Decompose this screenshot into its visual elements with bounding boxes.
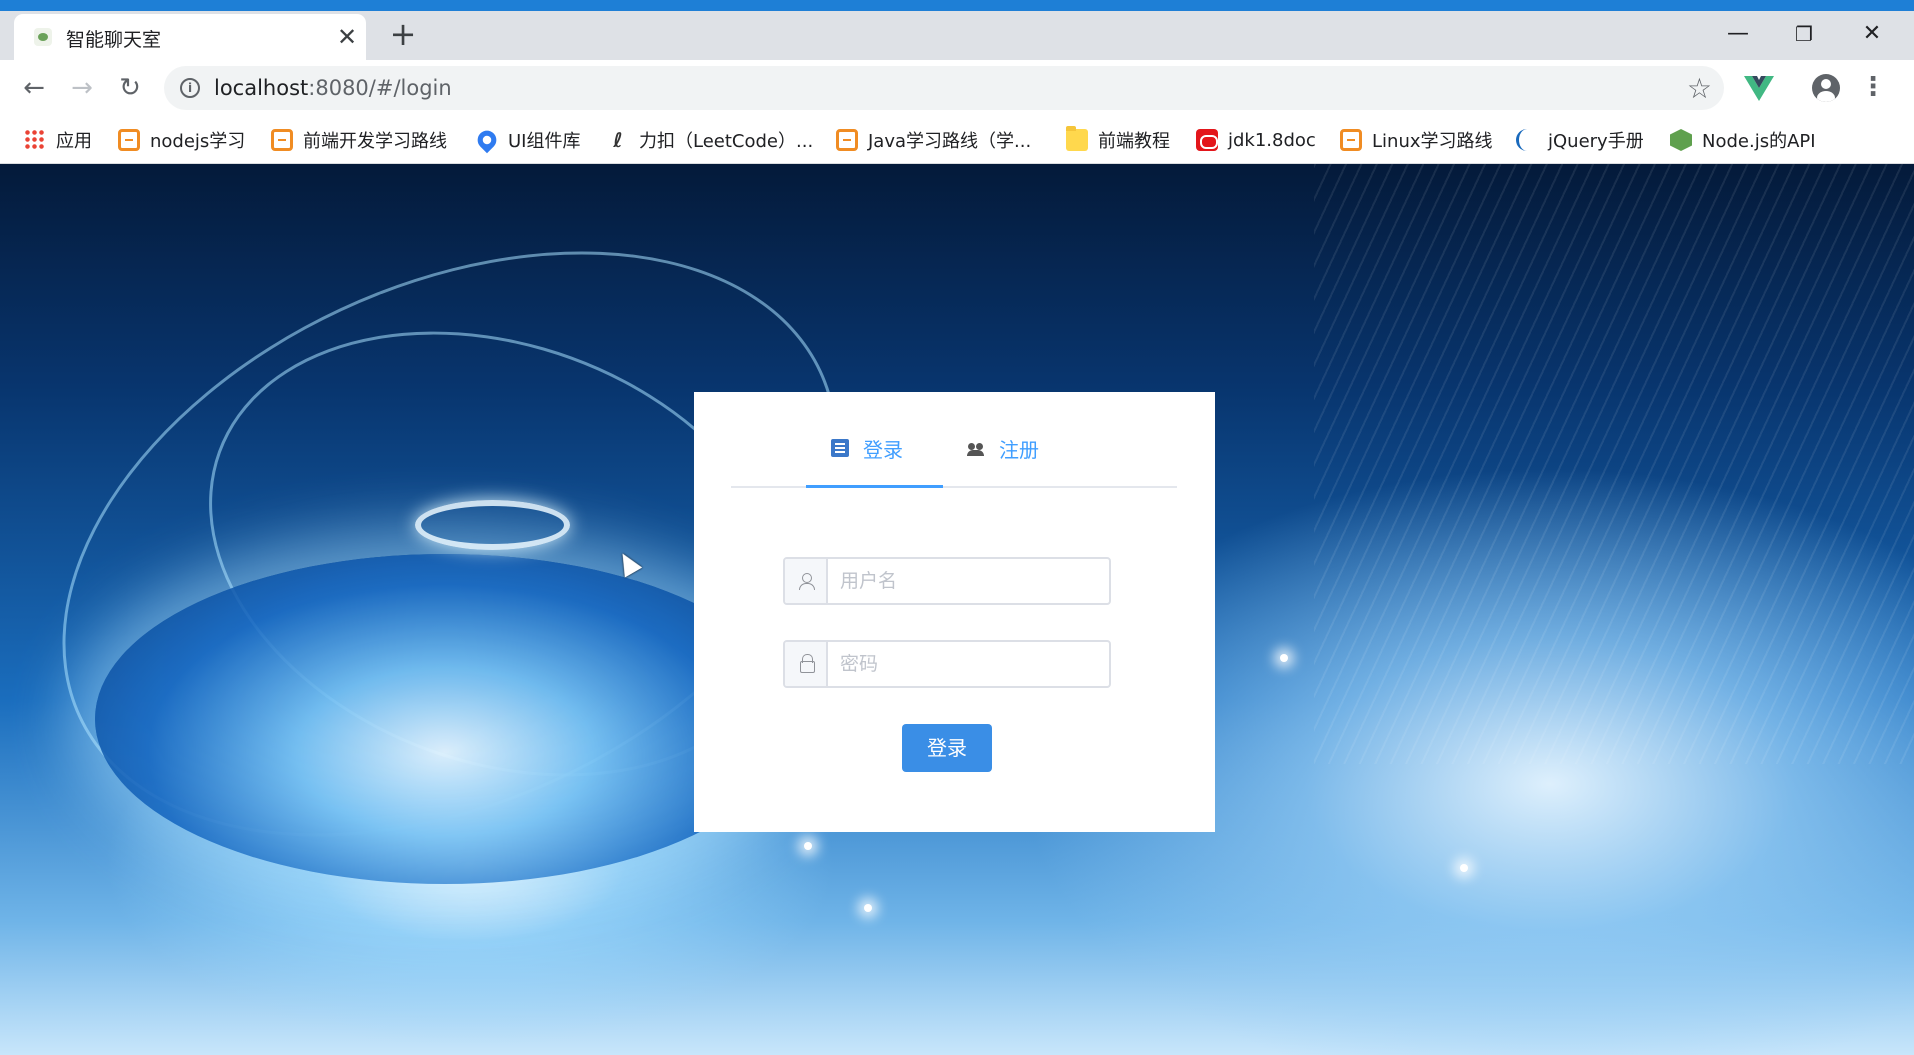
- lock-icon: [800, 654, 815, 673]
- csdn-icon: [271, 129, 293, 151]
- favicon-icon: [34, 28, 52, 46]
- bookmark-linux-roadmap[interactable]: Linux学习路线: [1340, 125, 1493, 155]
- profile-avatar-icon[interactable]: [1812, 74, 1840, 102]
- browser-toolbar: ← → ↻ i localhost:8080/#/login ☆ ⋮: [0, 60, 1914, 116]
- bookmark-java-roadmap[interactable]: Java学习路线（学...: [836, 125, 1031, 155]
- browser-menu-icon[interactable]: ⋮: [1860, 72, 1886, 104]
- close-window-button[interactable]: ✕: [1852, 19, 1892, 49]
- users-icon: [967, 439, 985, 457]
- bookmark-label: jQuery手册: [1548, 131, 1644, 152]
- nodejs-icon: [1670, 129, 1692, 151]
- element-ui-icon: [473, 126, 501, 154]
- restore-button[interactable]: ❐: [1784, 19, 1824, 49]
- tab-strip: 智能聊天室 ✕ + — ❐ ✕: [0, 11, 1914, 60]
- bookmark-label: jdk1.8doc: [1228, 129, 1316, 151]
- jquery-icon: [1516, 129, 1538, 151]
- active-tab-indicator: [806, 485, 943, 488]
- password-field[interactable]: [783, 640, 1111, 688]
- username-field[interactable]: [783, 557, 1111, 605]
- background-flare: [1460, 864, 1468, 872]
- bookmark-label: 前端教程: [1098, 131, 1170, 152]
- bookmark-label: 力扣（LeetCode）...: [639, 131, 814, 152]
- bookmark-jdk-doc[interactable]: jdk1.8doc: [1196, 125, 1316, 155]
- login-card: 登录 注册 登录: [694, 392, 1215, 832]
- url-text[interactable]: localhost:8080/#/login: [214, 76, 452, 100]
- csdn-icon: [1340, 129, 1362, 151]
- address-bar[interactable]: i localhost:8080/#/login ☆: [164, 66, 1724, 110]
- reload-icon[interactable]: ↻: [114, 73, 146, 105]
- forward-arrow-icon[interactable]: →: [66, 73, 98, 105]
- apps-grid-icon: [24, 129, 46, 151]
- bookmark-frontend-tutorial[interactable]: 前端教程: [1066, 125, 1170, 155]
- bookmark-ui-library[interactable]: UI组件库: [473, 125, 581, 155]
- bookmarks-bar: 应用 nodejs学习 前端开发学习路线 UI组件库 ℓ 力扣（LeetCode）…: [0, 116, 1914, 164]
- window-title-bar: [0, 0, 1914, 11]
- oracle-icon: [1196, 129, 1218, 151]
- document-icon: [831, 439, 849, 457]
- bookmark-label: Linux学习路线: [1372, 131, 1493, 152]
- bookmark-label: Java学习路线（学...: [868, 131, 1032, 152]
- background-mesh: [1314, 164, 1914, 764]
- username-input[interactable]: [830, 559, 1109, 603]
- bookmark-nodejs[interactable]: nodejs学习: [118, 125, 245, 155]
- bookmark-label: nodejs学习: [150, 131, 246, 152]
- csdn-icon: [118, 129, 140, 151]
- browser-tab[interactable]: 智能聊天室 ✕: [14, 14, 366, 60]
- bookmark-leetcode[interactable]: ℓ 力扣（LeetCode）...: [607, 125, 813, 155]
- url-path: :8080/#/login: [308, 76, 452, 100]
- bookmark-jquery[interactable]: jQuery手册: [1516, 125, 1644, 155]
- background-flare: [1280, 654, 1288, 662]
- bookmark-label: 应用: [56, 131, 92, 152]
- login-button[interactable]: 登录: [902, 724, 992, 772]
- auth-tabs: 登录 注册: [731, 418, 1177, 488]
- bookmark-label: UI组件库: [508, 131, 581, 152]
- tab-register-label: 注册: [999, 437, 1039, 462]
- vue-devtools-icon[interactable]: [1744, 74, 1774, 102]
- bookmark-nodejs-api[interactable]: Node.js的API: [1670, 125, 1816, 155]
- bookmark-label: Node.js的API: [1702, 131, 1816, 152]
- tab-login[interactable]: 登录: [831, 432, 903, 464]
- back-arrow-icon[interactable]: ←: [18, 73, 50, 105]
- background-globe: [95, 554, 795, 884]
- background-flare: [804, 842, 812, 850]
- new-tab-button[interactable]: +: [388, 18, 418, 50]
- csdn-icon: [836, 129, 858, 151]
- background-ring: [415, 500, 570, 550]
- folder-icon: [1066, 126, 1088, 151]
- bookmark-frontend-roadmap[interactable]: 前端开发学习路线: [271, 125, 447, 155]
- leetcode-icon: ℓ: [613, 128, 623, 152]
- site-info-icon[interactable]: i: [180, 78, 200, 98]
- tab-title: 智能聊天室: [66, 29, 162, 51]
- background-flare: [864, 904, 872, 912]
- password-prepend: [785, 642, 828, 686]
- bookmark-apps[interactable]: 应用: [24, 125, 92, 155]
- password-input[interactable]: [830, 642, 1109, 686]
- bookmark-label: 前端开发学习路线: [303, 131, 447, 152]
- tab-register[interactable]: 注册: [967, 432, 1039, 464]
- user-icon: [799, 573, 815, 590]
- minimize-button[interactable]: —: [1718, 19, 1758, 49]
- username-prepend: [785, 559, 828, 603]
- bookmark-star-icon[interactable]: ☆: [1687, 72, 1712, 105]
- url-host: localhost: [214, 76, 309, 100]
- tab-login-label: 登录: [863, 437, 903, 462]
- tab-close-icon[interactable]: ✕: [332, 22, 362, 52]
